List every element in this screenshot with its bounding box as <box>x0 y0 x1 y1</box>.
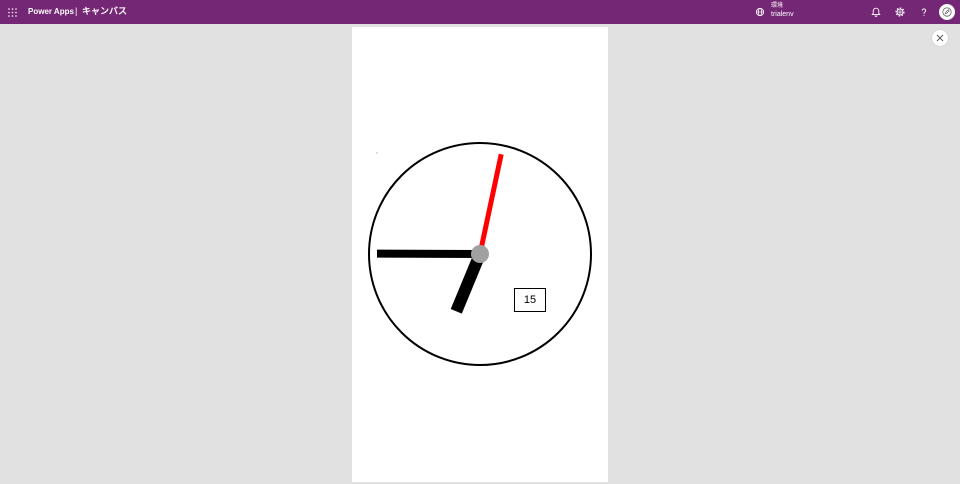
bell-icon[interactable] <box>871 7 881 17</box>
account-glyph-icon <box>942 7 952 17</box>
avatar-icon[interactable] <box>939 4 955 20</box>
environment-label: 環境 <box>771 3 784 9</box>
canvas-speck <box>376 152 378 154</box>
environment-icon <box>755 7 765 17</box>
title-separator: | <box>75 6 78 16</box>
app-name-link[interactable]: Power Apps <box>28 6 74 17</box>
question-icon[interactable] <box>919 7 929 17</box>
environment-name: trialenv <box>771 11 794 18</box>
environment-selector[interactable]: 環境 trialenv <box>754 0 814 24</box>
app-canvas: 15 <box>352 27 608 482</box>
date-label: 15 <box>514 288 546 312</box>
section-title: キャンバス <box>82 6 128 16</box>
analog-clock <box>368 142 592 366</box>
close-icon <box>936 34 944 42</box>
waffle-icon[interactable] <box>8 8 17 17</box>
top-bar: Power Apps | キャンバス 環境 trialenv <box>0 0 960 24</box>
gear-icon[interactable] <box>895 7 905 17</box>
clock-hub <box>471 245 489 263</box>
close-preview-button[interactable] <box>932 30 948 46</box>
